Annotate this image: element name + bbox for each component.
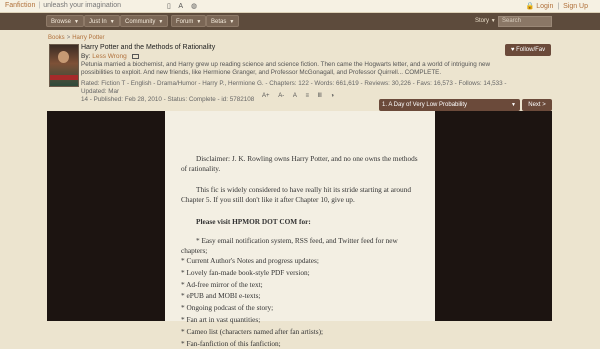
chevron-down-icon: ▼ xyxy=(490,18,496,24)
betas-menu-button[interactable]: Betas ▼ xyxy=(206,15,240,27)
increase-font-button[interactable]: A+ xyxy=(262,93,270,99)
globe-icon[interactable]: ◍ xyxy=(191,3,197,10)
breadcrumb: Books > Harry Potter xyxy=(48,35,105,41)
mail-icon[interactable] xyxy=(131,53,139,59)
toolbar-icons: ▯ A ◍ xyxy=(167,2,203,10)
cover-face-shape xyxy=(58,51,69,63)
chapter-select[interactable]: 1. A Day of Very Low Probability ▼ xyxy=(379,99,520,111)
chevron-down-icon: ▼ xyxy=(196,19,202,25)
list-item: * ePUB and MOBI e-texts; xyxy=(181,291,261,300)
chevron-down-icon: ▼ xyxy=(229,19,235,25)
follow-fav-button[interactable]: ♥ Follow/Fav xyxy=(505,44,551,56)
lock-icon: 🔒 xyxy=(525,3,535,10)
author-link[interactable]: Less Wrong xyxy=(92,53,127,60)
chapter-select-label: 1. A Day of Very Low Probability xyxy=(382,102,468,108)
list-item: * Fan-fanfiction of this fanfiction; xyxy=(181,339,281,348)
forum-label: Forum xyxy=(176,19,194,25)
next-chapter-button[interactable]: Next > xyxy=(522,99,552,111)
contrast-icon[interactable]: ◑ xyxy=(331,93,335,99)
list-item: * Current Author's Notes and progress up… xyxy=(181,256,319,265)
main-navbar: Browse ▼ Just In ▼ Community ▼ Forum ▼ Betas… xyxy=(0,13,600,30)
site-tagline: unleash your imagination xyxy=(43,2,122,9)
forum-menu-button[interactable]: Forum ▼ xyxy=(171,15,207,27)
login-link[interactable]: Login xyxy=(536,3,553,10)
list-item: * Fan art in vast quantities; xyxy=(181,315,261,324)
list-item: * Ongoing podcast of the story; xyxy=(181,303,274,312)
justin-label: Just In xyxy=(89,19,107,25)
browse-menu-button[interactable]: Browse ▼ xyxy=(46,15,84,27)
story-summary: Petunia married a biochemist, and Harry … xyxy=(81,61,491,76)
chevron-down-icon: ▼ xyxy=(511,102,516,108)
width-icon[interactable]: Ⅲ xyxy=(318,92,322,99)
phone-icon[interactable]: ▯ xyxy=(167,3,171,10)
justin-menu-button[interactable]: Just In ▼ xyxy=(84,15,120,27)
justify-icon[interactable]: ≡ xyxy=(306,93,310,99)
story-filter-select[interactable]: Story ▼ xyxy=(475,18,496,24)
brand-separator: | xyxy=(38,2,41,9)
heart-icon: ♥ xyxy=(510,47,515,53)
story-title: Harry Potter and the Methods of Rational… xyxy=(81,44,216,51)
account-links: 🔒 Login | Sign Up xyxy=(526,2,588,10)
story-text-page: Disclaimer: J. K. Rowling owns Harry Pot… xyxy=(165,111,435,348)
breadcrumb-separator: > xyxy=(66,35,71,41)
story-filter-label: Story xyxy=(475,18,490,24)
browse-label: Browse xyxy=(51,19,72,25)
disclaimer-paragraph: Disclaimer: J. K. Rowling owns Harry Pot… xyxy=(181,154,418,173)
intro-paragraph: This fic is widely considered to have re… xyxy=(181,185,412,204)
cover-stripe-shape xyxy=(50,75,78,80)
story-byline: By: Less Wrong xyxy=(81,53,139,60)
chevron-down-icon: ▼ xyxy=(74,19,79,25)
chevron-down-icon: ▼ xyxy=(109,19,115,25)
story-cover-image xyxy=(49,44,79,87)
account-separator: | xyxy=(557,3,560,10)
site-name[interactable]: Fanfiction xyxy=(5,2,35,9)
decrease-font-button[interactable]: A- xyxy=(278,93,284,99)
by-label: By: xyxy=(81,53,91,60)
list-item: * Easy email notification system, RSS fe… xyxy=(181,236,398,255)
list-item: * Ad-free mirror of the text; xyxy=(181,280,263,289)
font-icon[interactable]: A xyxy=(178,3,183,10)
breadcrumb-harry-potter[interactable]: Harry Potter xyxy=(72,35,104,41)
signup-link[interactable]: Sign Up xyxy=(563,3,588,10)
betas-label: Betas xyxy=(211,19,227,25)
reader-tools: A+ A- A ≡ Ⅲ ◑ xyxy=(262,92,341,102)
community-menu-button[interactable]: Community ▼ xyxy=(120,15,169,27)
search-input[interactable]: Search xyxy=(498,16,552,27)
site-brand[interactable]: Fanfiction | unleash your imagination xyxy=(5,2,121,9)
breadcrumb-books[interactable]: Books xyxy=(48,35,65,41)
top-bar: Fanfiction | unleash your imagination ▯ A … xyxy=(0,0,600,13)
community-label: Community xyxy=(125,19,156,25)
list-item: * Lovely fan-made book-style PDF version… xyxy=(181,268,310,277)
font-button[interactable]: A xyxy=(293,93,297,99)
follow-fav-label: Follow/Fav xyxy=(516,47,546,53)
chevron-down-icon: ▼ xyxy=(158,19,164,25)
visit-heading: Please visit HPMOR DOT COM for: xyxy=(196,217,311,226)
list-item: * Cameo list (characters named after fan… xyxy=(181,327,324,336)
